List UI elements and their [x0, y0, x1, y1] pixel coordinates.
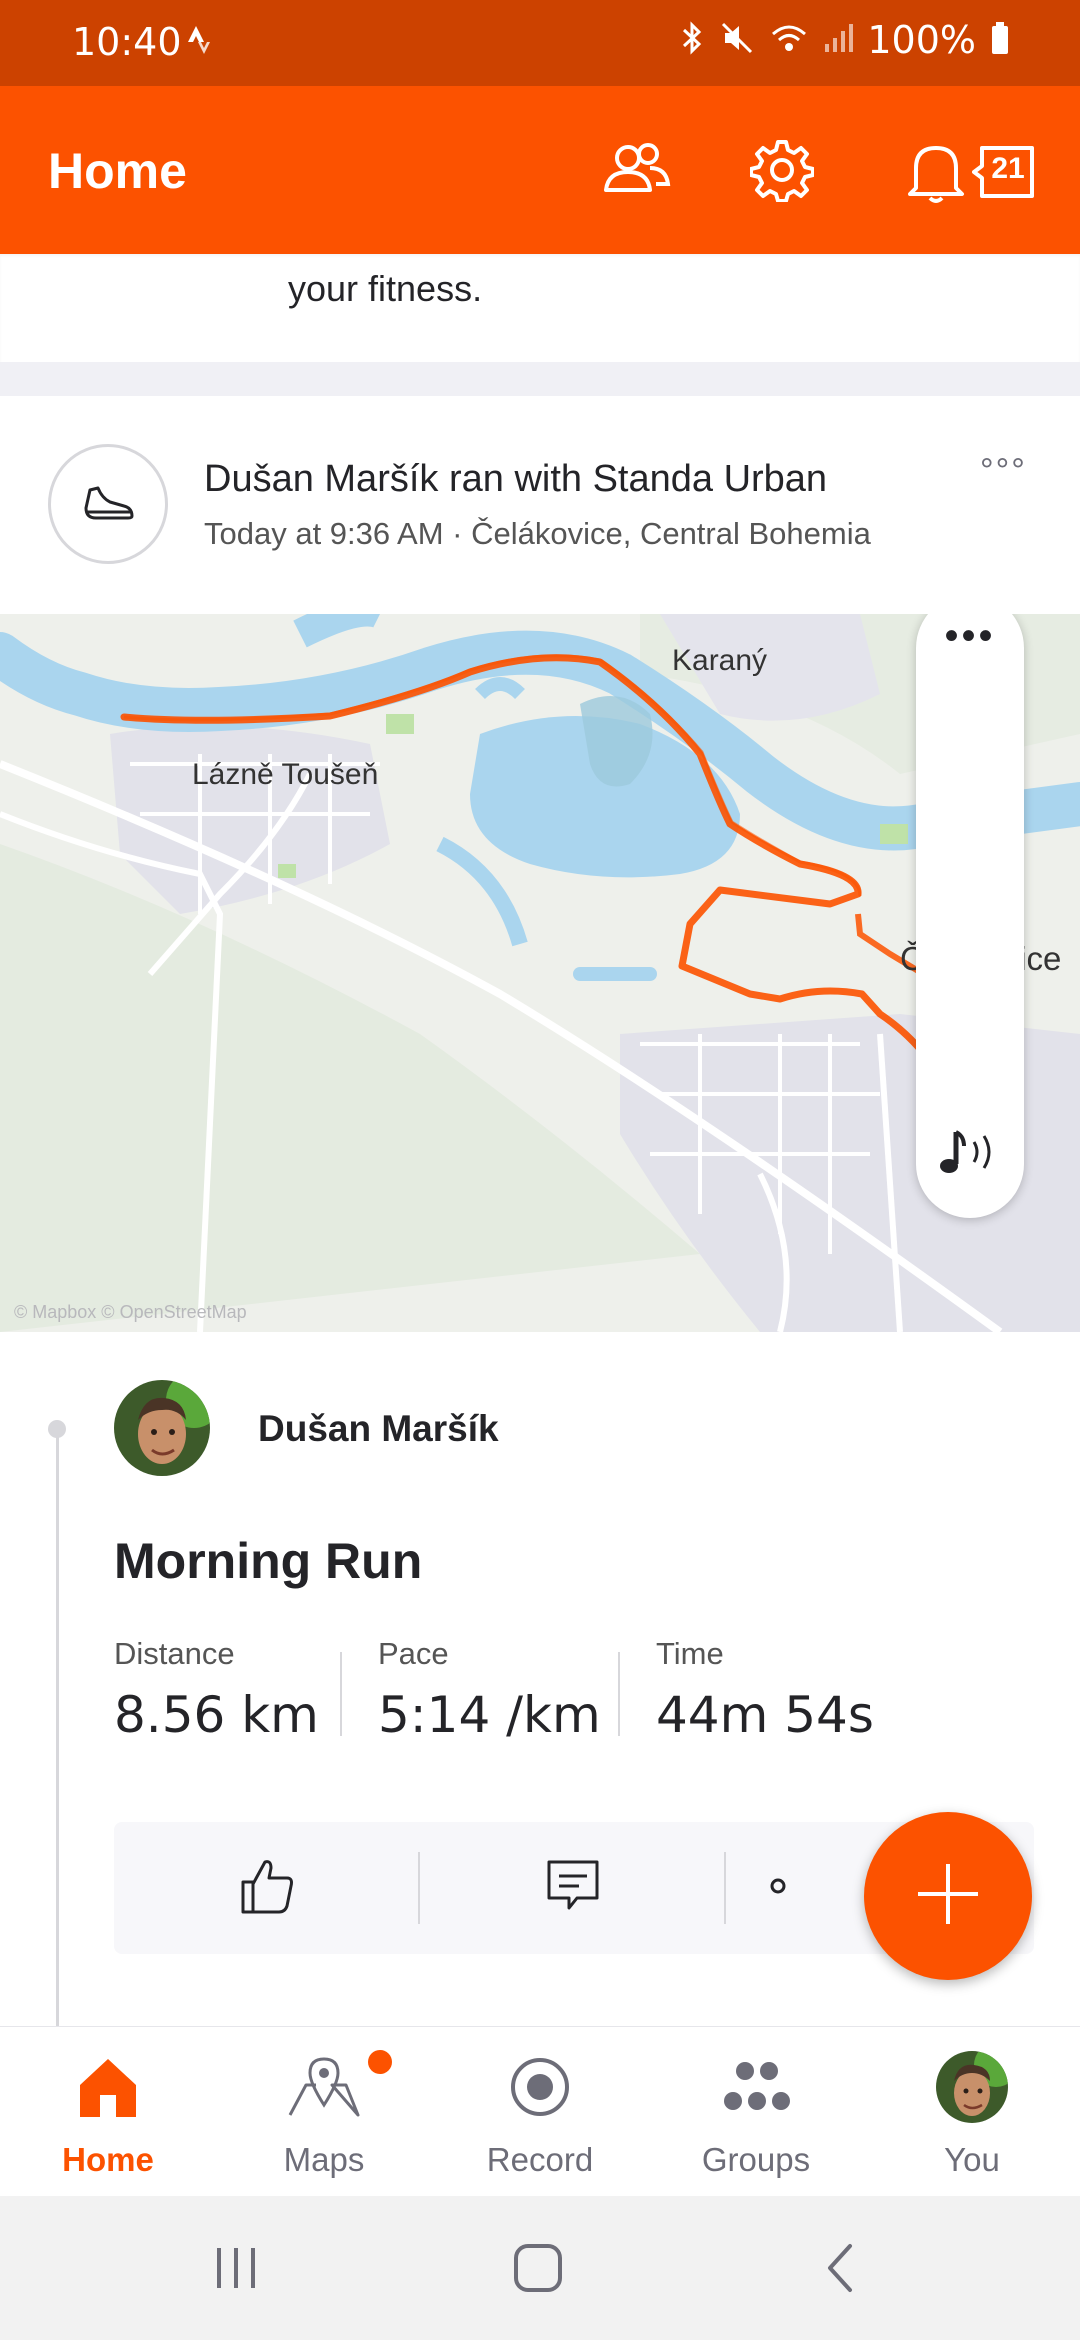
wifi-icon [769, 20, 809, 61]
stat-distance: Distance 8.56 km [114, 1636, 319, 1744]
nav-home[interactable]: Home [0, 2027, 216, 2197]
previous-card-text: your fitness. [288, 268, 483, 309]
kudos-button[interactable] [114, 1822, 420, 1954]
map-pin-icon [216, 2049, 432, 2125]
system-navigation-bar [0, 2196, 1080, 2340]
activity-map[interactable]: Karaný Lázně Toušeň Čelákovice © Mapbox … [0, 614, 1080, 1332]
activity-title[interactable]: Morning Run [114, 1532, 422, 1590]
nav-groups[interactable]: Groups [648, 2027, 864, 2197]
stat-pace: Pace 5:14 /km [378, 1636, 601, 1744]
audio-cue-icon[interactable] [934, 1124, 1006, 1185]
stat-time: Time 44m 54s [656, 1636, 874, 1744]
strava-notification-icon [186, 24, 212, 61]
status-bar: 10:40 100% [0, 0, 1080, 86]
comment-button[interactable] [420, 1822, 726, 1954]
home-icon [0, 2049, 216, 2125]
status-time: 10:40 [72, 20, 182, 64]
battery-icon [990, 20, 1010, 61]
map-label-lazne-tousen: Lázně Toušeň [192, 758, 379, 791]
share-button[interactable] [726, 1822, 846, 1954]
nav-label: Home [62, 2141, 154, 2178]
bluetooth-icon [679, 20, 705, 61]
stat-label: Time [656, 1636, 724, 1671]
timeline-line [56, 1428, 59, 2028]
feed-divider [0, 362, 1080, 396]
thumbs-up-icon [235, 1854, 299, 1923]
stat-value: 5:14 /km [378, 1686, 601, 1744]
comment-icon [543, 1856, 603, 1921]
previous-feed-card[interactable]: your fitness. [0, 254, 1080, 362]
record-icon [432, 2049, 648, 2125]
nav-maps[interactable]: Maps [216, 2027, 432, 2197]
add-post-button[interactable] [864, 1812, 1032, 1980]
nav-label: You [944, 2141, 1000, 2178]
notifications-bell-icon[interactable] [904, 138, 968, 211]
maps-notification-dot [368, 2050, 392, 2074]
nav-label: Maps [283, 2141, 365, 2178]
home-system-icon[interactable] [498, 2238, 578, 2298]
map-attribution[interactable]: © Mapbox © OpenStreetMap [14, 1302, 247, 1323]
more-options-button[interactable]: °°° [980, 452, 1027, 491]
nav-you[interactable]: You [864, 2027, 1080, 2197]
signal-icon [823, 20, 854, 61]
stat-divider [340, 1652, 342, 1736]
battery-percent: 100% [867, 18, 976, 62]
share-icon [766, 1866, 806, 1911]
nav-label: Groups [701, 2141, 811, 2178]
activity-card-header[interactable]: Dušan Maršík ran with Standa Urban Today… [0, 396, 1080, 614]
notification-count: 21 [991, 152, 1025, 185]
media-control-pill[interactable]: ••• [916, 614, 1024, 1218]
stat-label: Distance [114, 1636, 235, 1671]
stat-value: 8.56 km [114, 1686, 319, 1744]
stat-value: 44m 54s [656, 1686, 874, 1744]
nav-label: Record [486, 2141, 594, 2178]
nav-record[interactable]: Record [432, 2027, 648, 2197]
plus-icon [912, 1858, 984, 1935]
app-header: Home 21 [0, 86, 1080, 254]
stat-divider [618, 1652, 620, 1736]
find-friends-icon[interactable] [600, 138, 672, 207]
settings-gear-icon[interactable] [749, 138, 815, 207]
mute-icon [719, 20, 755, 61]
activity-headline[interactable]: Dušan Maršík ran with Standa Urban [204, 458, 827, 501]
activity-subline: Today at 9:36 AM · Čelákovice, Central B… [204, 516, 871, 551]
notification-count-badge[interactable]: 21 [972, 144, 1036, 205]
back-icon[interactable] [800, 2238, 880, 2298]
avatar[interactable] [114, 1380, 210, 1476]
profile-avatar-icon [864, 2049, 1080, 2125]
status-icons: 100% [679, 18, 1010, 62]
page-title: Home [48, 143, 187, 199]
bottom-navigation: Home Maps Record Groups You [0, 2026, 1080, 2196]
recent-apps-icon[interactable] [196, 2238, 276, 2298]
map-label-karany: Karaný [672, 644, 768, 677]
stat-label: Pace [378, 1636, 449, 1671]
athlete-name[interactable]: Dušan Maršík [258, 1408, 499, 1450]
groups-icon [648, 2049, 864, 2125]
run-shoe-icon [48, 444, 168, 564]
pill-more-icon[interactable]: ••• [916, 614, 1024, 659]
